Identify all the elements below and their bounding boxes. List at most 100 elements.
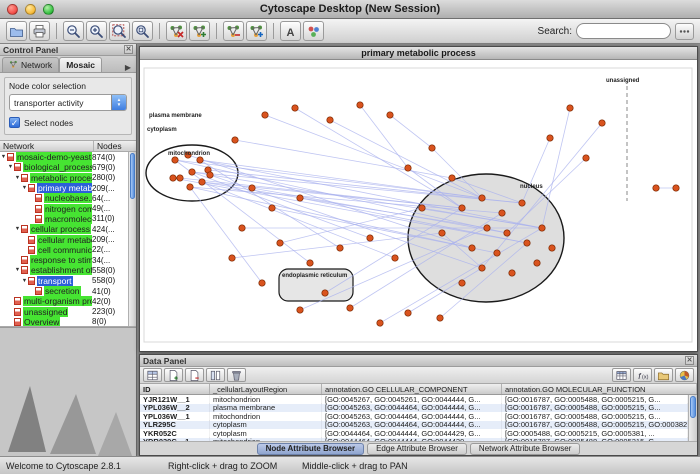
graph-node[interactable] xyxy=(504,230,510,236)
create-view-icon[interactable] xyxy=(189,21,210,41)
tab-mosaic[interactable]: Mosaic xyxy=(59,57,102,72)
graph-node[interactable] xyxy=(292,105,298,111)
graph-node[interactable] xyxy=(437,315,443,321)
graph-node[interactable] xyxy=(262,112,268,118)
graph-node[interactable] xyxy=(232,137,238,143)
tree-row-label[interactable]: establishment of lo... xyxy=(30,265,92,275)
tree-row-label[interactable]: primary metabo... xyxy=(37,183,92,193)
graph-node[interactable] xyxy=(347,305,353,311)
tree-row[interactable]: ▼mosaic-demo-yeast874(0) xyxy=(0,152,128,162)
tree-expand-arrow[interactable]: ▼ xyxy=(14,175,21,181)
table-row[interactable]: YLR295Ccytoplasm[GO:0045263, GO:0044464,… xyxy=(140,421,688,430)
tree-row[interactable]: ▼metabolic process280(0) xyxy=(0,173,128,183)
tree-row-label[interactable]: unassigned xyxy=(23,307,68,317)
tree-row[interactable]: macromolecule...311(0) xyxy=(0,214,128,224)
tree-row[interactable]: multi-organism pro...42(0) xyxy=(0,296,128,306)
graph-node[interactable] xyxy=(547,135,553,141)
graph-node[interactable] xyxy=(539,225,545,231)
graph-node[interactable] xyxy=(307,260,313,266)
graph-node[interactable] xyxy=(479,265,485,271)
column-header[interactable]: annotation.GO MOLECULAR_FUNCTION xyxy=(502,384,697,394)
graph-node[interactable] xyxy=(187,184,193,190)
tree-scrollbar[interactable] xyxy=(128,152,136,326)
graph-node[interactable] xyxy=(673,185,679,191)
tree-expand-arrow[interactable]: ▼ xyxy=(7,164,14,170)
tree-row-label[interactable]: macromolecule... xyxy=(44,214,92,224)
modify-attribute-icon[interactable] xyxy=(206,368,225,382)
graph-node[interactable] xyxy=(277,240,283,246)
tree-row-label[interactable]: secretion xyxy=(44,286,81,296)
graph-node[interactable] xyxy=(392,255,398,261)
graph-node[interactable] xyxy=(469,245,475,251)
graph-node[interactable] xyxy=(367,235,373,241)
graph-node[interactable] xyxy=(377,320,383,326)
graph-node[interactable] xyxy=(429,145,435,151)
tab-network[interactable]: Network xyxy=(2,57,59,72)
tree-row-label[interactable]: metabolic process xyxy=(30,173,92,183)
graph-node[interactable] xyxy=(509,270,515,276)
graph-node[interactable] xyxy=(524,240,530,246)
graph-node[interactable] xyxy=(172,157,178,163)
graph-node[interactable] xyxy=(322,290,328,296)
table-row[interactable]: YPL036W__2plasma membrane[GO:0045263, GO… xyxy=(140,404,688,413)
tree-row-label[interactable]: multi-organism pro... xyxy=(23,296,92,306)
tree-row[interactable]: ▼establishment of lo...558(0) xyxy=(0,265,128,275)
tree-row[interactable]: unassigned223(0) xyxy=(0,306,128,316)
tree-expand-arrow[interactable]: ▼ xyxy=(0,154,7,160)
tree-row-label[interactable]: nitrogen compo... xyxy=(44,204,92,214)
open-attributes-icon[interactable] xyxy=(654,368,673,382)
tree-row-label[interactable]: response to stimul... xyxy=(30,255,92,265)
graph-node[interactable] xyxy=(653,185,659,191)
minimize-window-button[interactable] xyxy=(25,4,36,15)
network-frame-title[interactable]: primary metabolic process xyxy=(140,47,697,60)
graph-node[interactable] xyxy=(459,280,465,286)
search-options-button[interactable] xyxy=(675,23,694,40)
zoom-window-button[interactable] xyxy=(43,4,54,15)
graph-node[interactable] xyxy=(249,185,255,191)
delete-attribute-icon[interactable] xyxy=(185,368,204,382)
graph-node[interactable] xyxy=(239,225,245,231)
graph-node[interactable] xyxy=(387,112,393,118)
data-panel-float-button[interactable]: ✕ xyxy=(685,356,694,365)
tree-row-label[interactable]: transport xyxy=(37,276,73,286)
graph-node[interactable] xyxy=(499,210,505,216)
network-canvas[interactable]: plasma membranecytoplasmmitochondrionnuc… xyxy=(140,60,697,351)
column-header[interactable]: ID xyxy=(140,384,210,394)
open-session-icon[interactable] xyxy=(6,21,27,41)
annotation-icon[interactable]: A xyxy=(280,21,301,41)
tab-network-attribute-browser[interactable]: Network Attribute Browser xyxy=(470,443,580,455)
table-row[interactable]: YPL036W__1mitochondrion[GO:0045263, GO:0… xyxy=(140,412,688,421)
tree-expand-arrow[interactable]: ▼ xyxy=(21,185,28,191)
tree-row[interactable]: response to stimul...34(... xyxy=(0,255,128,265)
graph-node[interactable] xyxy=(459,205,465,211)
formula-builder-icon[interactable]: f(x) xyxy=(633,368,652,382)
tree-row[interactable]: ▼primary metabo...209(... xyxy=(0,183,128,193)
tree-expand-arrow[interactable]: ▼ xyxy=(14,226,21,232)
graph-node[interactable] xyxy=(534,260,540,266)
graph-node[interactable] xyxy=(419,205,425,211)
graph-node[interactable] xyxy=(197,157,203,163)
control-panel-float-button[interactable]: ✕ xyxy=(124,45,133,54)
graph-node[interactable] xyxy=(259,280,265,286)
graph-node[interactable] xyxy=(229,255,235,261)
tree-row[interactable]: cellular metabo...209(... xyxy=(0,234,128,244)
graph-node[interactable] xyxy=(177,175,183,181)
graph-node[interactable] xyxy=(583,155,589,161)
select-nodes-checkbox[interactable]: ✓ xyxy=(9,117,20,128)
graph-node[interactable] xyxy=(269,205,275,211)
table-row[interactable]: YJR121W__1mitochondrion[GO:0045267, GO:0… xyxy=(140,395,688,404)
graph-node[interactable] xyxy=(567,105,573,111)
table-scrollbar[interactable] xyxy=(688,395,697,441)
tree-row-label[interactable]: cell communicat... xyxy=(37,245,92,255)
destroy-view-icon[interactable] xyxy=(166,21,187,41)
nodes-column-header[interactable]: Nodes xyxy=(94,141,136,151)
tree-row-label[interactable]: cellular process xyxy=(30,224,91,234)
graph-node[interactable] xyxy=(519,200,525,206)
graph-node[interactable] xyxy=(327,117,333,123)
column-header[interactable]: annotation.GO CELLULAR_COMPONENT xyxy=(322,384,502,394)
birds-eye-view[interactable] xyxy=(0,327,136,456)
graph-node[interactable] xyxy=(449,175,455,181)
zoom-in-icon[interactable] xyxy=(86,21,107,41)
search-input[interactable] xyxy=(576,23,671,39)
tree-scrollbar-thumb[interactable] xyxy=(130,153,135,199)
